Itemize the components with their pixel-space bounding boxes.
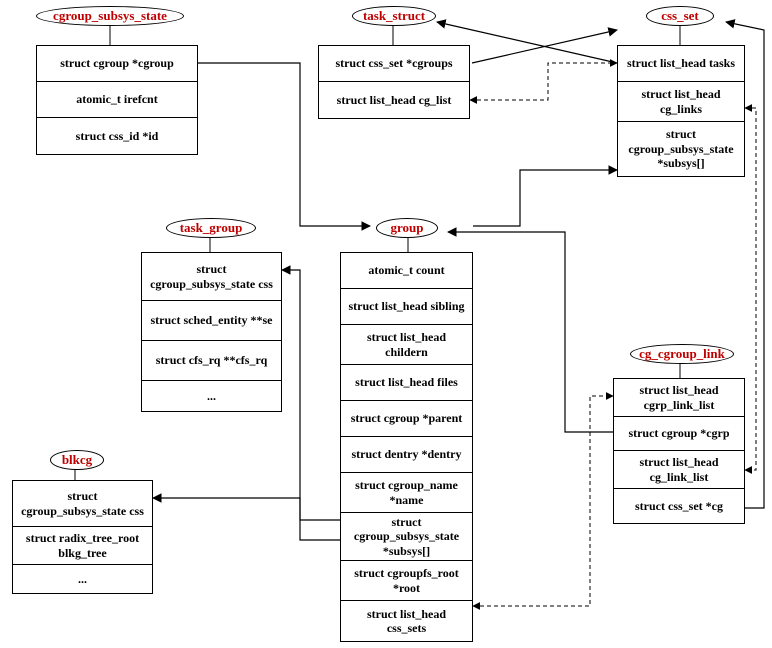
field: struct list_head cg_link_list [614,451,744,489]
table-group: atomic_t count struct list_head sibling … [340,252,473,642]
field: struct css_set *cgroups [319,46,469,82]
table-blkcg: struct cgroup_subsys_state css struct ra… [12,480,153,594]
field: struct cgroup *parent [341,401,472,437]
field: struct sched_entity **se [142,301,281,341]
field: struct list_head cg_list [319,82,469,118]
field: struct radix_tree_root blkg_tree [13,527,152,565]
field: struct list_head cgrp_link_list [614,379,744,417]
field: struct cgroup_name *name [341,473,472,513]
field: struct cgroup_subsys_state css [13,481,152,527]
field: ... [142,381,281,411]
label-cg-cgroup-link: cg_cgroup_link [630,344,734,364]
field: struct cgroup *cgrp [614,417,744,451]
field: struct list_head childern [341,325,472,365]
field: struct list_head tasks [618,46,744,82]
table-task-group: struct cgroup_subsys_state css struct sc… [141,252,282,412]
table-cg-cgroup-link: struct list_head cgrp_link_list struct c… [613,378,745,524]
field: struct css_id *id [37,118,197,154]
label-css-set: css_set [646,6,714,26]
label-task-struct: task_struct [352,6,436,26]
field: atomic_t irefcnt [37,82,197,118]
field: struct dentry *dentry [341,437,472,473]
field: atomic_t count [341,253,472,289]
field: struct cgroup_subsys_state css [142,253,281,301]
field: struct list_head cg_links [618,82,744,122]
field: struct cgroup_subsys_state *subsys[] [618,122,744,176]
field: struct cfs_rq **cfs_rq [142,341,281,381]
diagram-canvas: cgroup_subsys_state struct cgroup *cgrou… [0,0,772,648]
label-group: group [376,218,438,238]
label-cgroup-subsys-state: cgroup_subsys_state [36,6,184,26]
label-task-group: task_group [166,218,256,238]
field: struct css_set *cg [614,489,744,523]
field: struct list_head css_sets [341,601,472,641]
field: struct cgroup_subsys_state *subsys[] [341,513,472,561]
field: struct cgroupfs_root *root [341,561,472,601]
field: ... [13,565,152,593]
label-blkcg: blkcg [50,450,104,470]
field: struct list_head files [341,365,472,401]
table-css-set: struct list_head tasks struct list_head … [617,45,745,177]
field: struct cgroup *cgroup [37,46,197,82]
field: struct list_head sibling [341,289,472,325]
table-cgroup-subsys-state: struct cgroup *cgroup atomic_t irefcnt s… [36,45,198,155]
table-task-struct: struct css_set *cgroups struct list_head… [318,45,470,119]
